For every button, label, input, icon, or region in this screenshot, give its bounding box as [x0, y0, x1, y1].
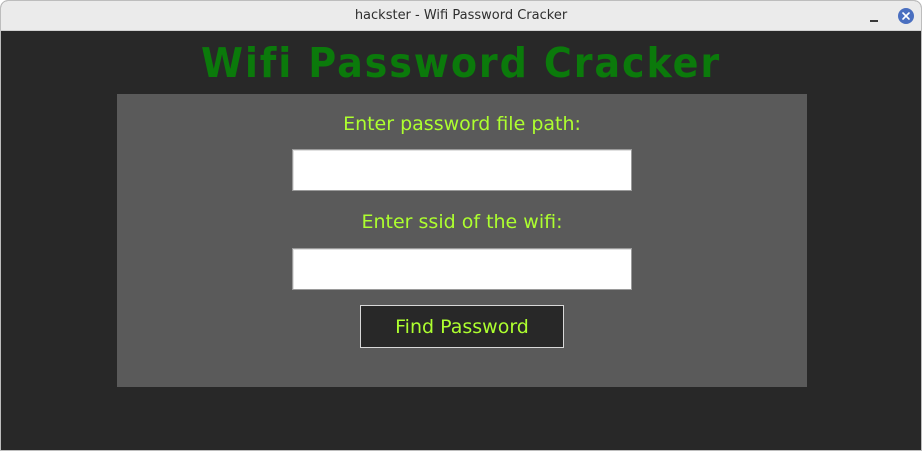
- password-file-path-input[interactable]: [292, 149, 632, 191]
- close-icon: [902, 12, 910, 20]
- password-file-path-label: Enter password file path:: [343, 113, 581, 135]
- window-title: hackster - Wifi Password Cracker: [354, 8, 568, 23]
- app-window: hackster - Wifi Password Cracker Wifi Pa…: [0, 0, 922, 451]
- minimize-button[interactable]: [865, 8, 883, 26]
- ssid-input[interactable]: [292, 248, 632, 290]
- title-bar[interactable]: hackster - Wifi Password Cracker: [1, 1, 921, 31]
- form-panel: Enter password file path: Enter ssid of …: [117, 94, 807, 387]
- app-heading: Wifi Password Cracker: [200, 39, 722, 87]
- ssid-label: Enter ssid of the wifi:: [361, 211, 563, 233]
- find-password-button[interactable]: Find Password: [360, 305, 564, 348]
- close-button[interactable]: [898, 8, 914, 24]
